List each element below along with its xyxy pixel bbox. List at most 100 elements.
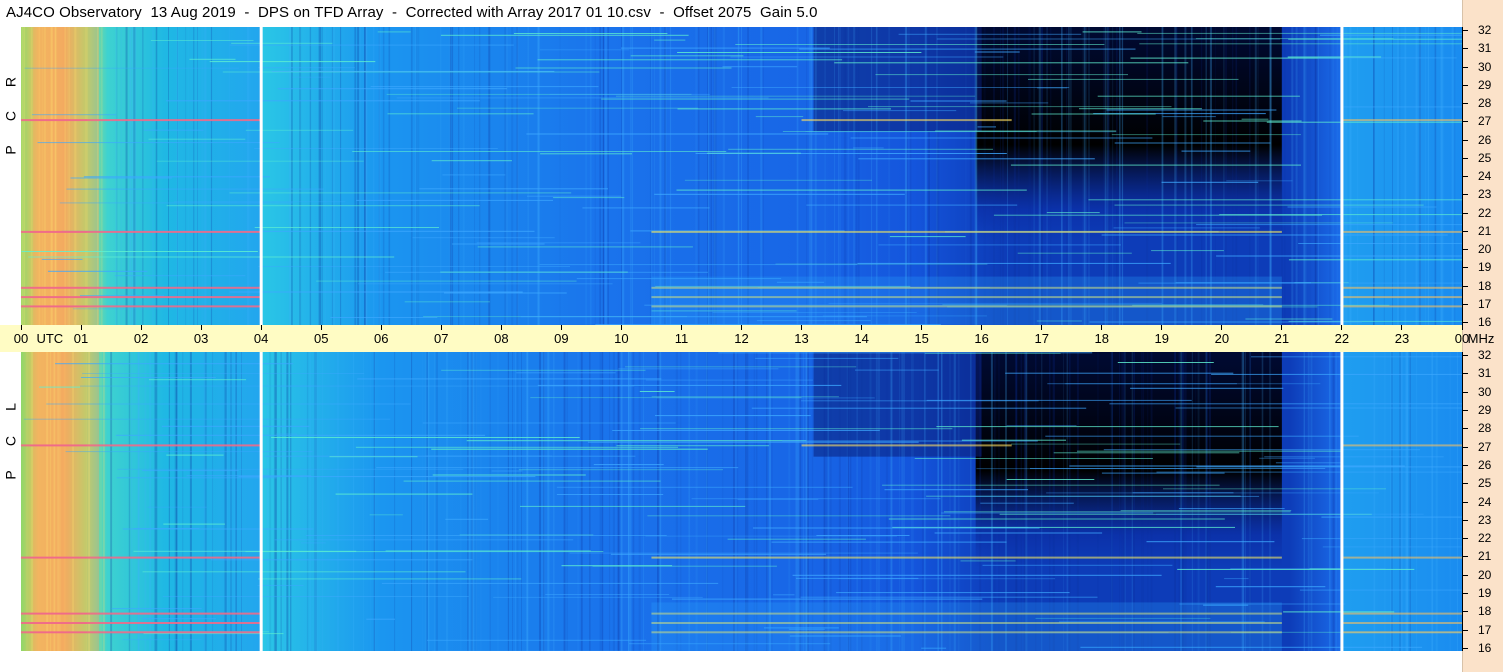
texture-streak: [539, 352, 541, 651]
texture-streak: [131, 352, 133, 651]
interference-line: [515, 67, 732, 69]
interference-line: [518, 469, 723, 471]
time-tick-label: 16: [974, 331, 989, 346]
interference-line: [231, 42, 333, 44]
time-tick: [1221, 325, 1223, 330]
interference-line: [357, 283, 613, 285]
interference-line: [316, 280, 577, 282]
interference-line: [173, 201, 346, 203]
texture-streak: [54, 27, 57, 325]
frequency-tick: [1462, 611, 1468, 613]
texture-streak: [31, 352, 34, 651]
texture-streak: [394, 352, 396, 651]
interference-line: [556, 486, 853, 488]
time-tick-label: 12: [734, 331, 749, 346]
time-tick-label: 10: [614, 331, 629, 346]
interference-line: [960, 560, 1016, 562]
texture-streak: [547, 352, 550, 651]
texture-streak: [1406, 352, 1408, 651]
frequency-tick: [1462, 249, 1468, 250]
texture-streak: [1310, 352, 1313, 651]
interference-line: [24, 67, 240, 69]
texture-streak: [1332, 27, 1334, 325]
time-tick: [1461, 325, 1463, 330]
texture-streak: [322, 352, 323, 651]
interference-line: [875, 74, 1128, 76]
interference-line: [651, 396, 839, 398]
texture-streak: [50, 27, 53, 325]
texture-streak: [460, 352, 462, 651]
interference-line: [771, 541, 1007, 543]
texture-streak: [269, 352, 272, 651]
interference-line: [1045, 435, 1359, 437]
interference-line: [1114, 142, 1271, 144]
texture-streak: [273, 352, 276, 651]
interference-line: [277, 88, 507, 90]
interference-line: [163, 523, 225, 525]
interference-line: [1275, 462, 1342, 464]
interference-line: [618, 368, 779, 370]
interference-line: [419, 188, 608, 190]
texture-streak: [1303, 352, 1305, 651]
texture-streak: [629, 352, 632, 651]
time-tick-label: 15: [914, 331, 929, 346]
texture-streak: [201, 27, 204, 325]
interference-line: [229, 44, 514, 46]
frequency-tick-label: 24: [1478, 169, 1492, 183]
interference-line: [301, 542, 326, 544]
interference-line: [1077, 450, 1343, 452]
interference-line: [1322, 546, 1462, 548]
texture-streak: [476, 352, 477, 651]
utc-time-axis: 00 01 02 03 04 05 06 07 08 09 10 11 12 13 14 15 16 17 18 19…: [0, 325, 1494, 352]
frequency-tick: [1462, 629, 1468, 631]
time-tick-label: 00: [13, 331, 29, 346]
time-tick: [741, 325, 742, 330]
frequency-tick-label: 32: [1478, 348, 1492, 362]
texture-streak: [1329, 352, 1331, 651]
interference-line: [1114, 204, 1424, 206]
texture-streak: [46, 352, 49, 651]
texture-streak: [74, 27, 76, 325]
interference-line: [941, 512, 1154, 514]
frequency-tick-label: 27: [1478, 439, 1492, 454]
interference-line: [210, 559, 473, 561]
texture-streak: [1399, 27, 1401, 325]
texture-streak: [155, 27, 158, 325]
texture-streak: [1435, 352, 1438, 651]
texture-streak: [210, 27, 213, 325]
interference-peak: [30, 287, 88, 289]
interference-band: [1341, 444, 1462, 447]
texture-streak: [543, 352, 545, 651]
texture-streak: [283, 352, 286, 651]
interference-line: [370, 86, 599, 88]
interference-band: [651, 230, 1282, 233]
texture-streak: [1404, 27, 1407, 325]
frequency-tick: [1462, 556, 1468, 558]
texture-streak: [1457, 352, 1458, 651]
interference-line: [731, 87, 1070, 88]
interference-line: [516, 372, 616, 374]
interference-line: [858, 158, 1095, 160]
texture-streak: [353, 352, 355, 651]
interference-line: [837, 578, 1056, 580]
texture-streak: [643, 352, 644, 651]
rcp-panel-label: P C R: [0, 27, 21, 325]
interference-line: [59, 202, 293, 204]
interference-line: [403, 480, 661, 482]
frequency-tick: [1462, 285, 1468, 287]
interference-line: [116, 477, 277, 479]
texture-streak: [424, 352, 427, 651]
texture-streak: [566, 352, 568, 651]
texture-streak: [126, 27, 128, 325]
texture-streak: [1344, 27, 1346, 325]
texture-streak: [516, 352, 519, 651]
texture-streak: [507, 352, 509, 651]
time-tick-label: 21: [1274, 331, 1290, 346]
texture-streak: [149, 352, 152, 651]
texture-streak: [628, 352, 630, 651]
interference-line: [640, 428, 953, 430]
interference-line: [133, 528, 200, 530]
texture-streak: [85, 27, 87, 325]
texture-streak: [257, 352, 259, 651]
interference-line: [245, 551, 604, 553]
